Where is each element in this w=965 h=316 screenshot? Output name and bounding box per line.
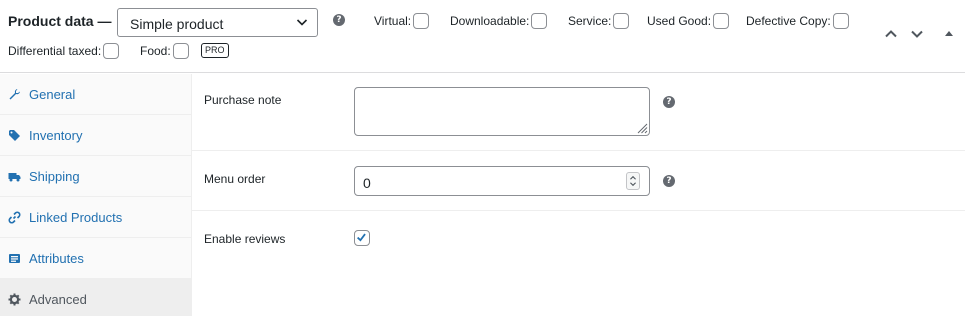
product-type-value: Simple product: [130, 16, 224, 32]
enable-reviews-label: Enable reviews: [204, 232, 286, 246]
option-defective-copy[interactable]: Defective Copy:: [746, 13, 849, 29]
tab-general-label: General: [29, 86, 76, 102]
purchase-note-help-icon[interactable]: ?: [663, 96, 675, 108]
tab-shipping[interactable]: Shipping: [0, 156, 191, 197]
enable-reviews-checkbox[interactable]: [354, 230, 370, 246]
tab-linked-products[interactable]: Linked Products: [0, 197, 191, 238]
list-icon: [9, 253, 20, 263]
option-used-good[interactable]: Used Good:: [647, 13, 730, 29]
option-used-good-label: Used Good:: [647, 14, 712, 28]
defective-copy-checkbox[interactable]: [832, 13, 849, 29]
menu-order-label: Menu order: [204, 172, 266, 186]
option-food-label: Food:: [140, 44, 171, 58]
option-service-label: Service:: [568, 14, 612, 28]
tab-linked-products-label: Linked Products: [29, 209, 123, 225]
food-checkbox[interactable]: [172, 43, 189, 59]
product-data-title: Product data —: [8, 13, 112, 29]
differential-taxed-checkbox[interactable]: [103, 43, 120, 59]
product-data-header: Product data — Simple product ? Virtual:…: [0, 0, 965, 73]
virtual-checkbox[interactable]: [413, 13, 430, 29]
used-good-checkbox[interactable]: [713, 13, 730, 29]
menu-order-input[interactable]: 0: [354, 166, 650, 196]
move-down-icon[interactable]: [910, 27, 924, 41]
divider: [192, 150, 965, 151]
tab-inventory-label: Inventory: [29, 127, 83, 143]
resize-grip-icon[interactable]: [634, 120, 648, 134]
truck-icon: [8, 172, 21, 181]
option-virtual[interactable]: Virtual:: [374, 13, 430, 29]
product-type-select[interactable]: Simple product: [117, 8, 318, 37]
tab-general[interactable]: General: [0, 74, 191, 115]
divider: [192, 210, 965, 211]
gear-icon: [8, 293, 21, 305]
option-food[interactable]: Food:: [140, 43, 189, 59]
purchase-note-textarea[interactable]: [354, 87, 650, 136]
collapse-toggle-icon[interactable]: [942, 27, 956, 41]
pro-badge: PRO: [201, 43, 229, 58]
advanced-panel: Purchase note ? Menu order 0 ? Enable re…: [192, 74, 965, 316]
product-data-tabs: General Inventory Shipping Linked Produc…: [0, 74, 192, 316]
product-type-help-icon[interactable]: ?: [333, 14, 345, 26]
move-up-icon[interactable]: [884, 27, 898, 41]
chevron-down-icon: [296, 19, 308, 26]
option-virtual-label: Virtual:: [374, 14, 412, 28]
wrench-icon: [9, 88, 20, 99]
tab-attributes[interactable]: Attributes: [0, 238, 191, 279]
tab-shipping-label: Shipping: [29, 168, 80, 184]
option-differential-taxed[interactable]: Differential taxed:: [8, 43, 120, 59]
tab-advanced[interactable]: Advanced: [0, 279, 191, 316]
option-downloadable[interactable]: Downloadable:: [450, 13, 548, 29]
menu-order-value: 0: [363, 175, 371, 191]
purchase-note-label: Purchase note: [204, 93, 282, 107]
tab-advanced-label: Advanced: [29, 291, 87, 307]
option-differential-taxed-label: Differential taxed:: [8, 44, 102, 58]
option-defective-copy-label: Defective Copy:: [746, 14, 831, 28]
option-service[interactable]: Service:: [568, 13, 630, 29]
downloadable-checkbox[interactable]: [531, 13, 548, 29]
tab-attributes-label: Attributes: [29, 250, 84, 266]
option-downloadable-label: Downloadable:: [450, 14, 530, 28]
tab-inventory[interactable]: Inventory: [0, 115, 191, 156]
tag-icon: [9, 129, 20, 141]
menu-order-help-icon[interactable]: ?: [663, 175, 675, 187]
spinner-arrows-icon[interactable]: [626, 172, 640, 190]
service-checkbox[interactable]: [613, 13, 630, 29]
link-icon: [8, 211, 21, 223]
checkmark-icon: [357, 233, 366, 242]
